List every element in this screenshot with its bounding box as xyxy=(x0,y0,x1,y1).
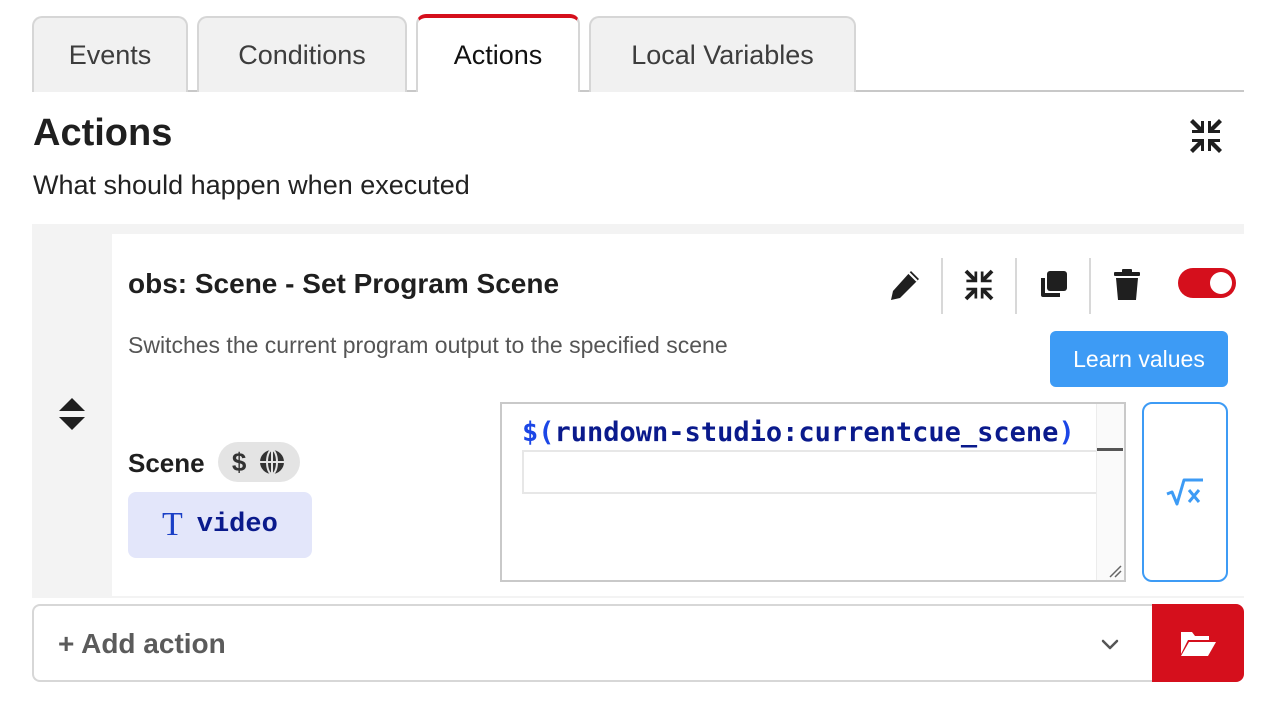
delete-button[interactable] xyxy=(1102,258,1152,312)
chevron-down-icon xyxy=(1101,639,1119,650)
drag-handle-icon[interactable] xyxy=(56,396,88,432)
tab-conditions[interactable]: Conditions xyxy=(197,16,407,92)
expression-body: rundown-studio:currentcue_scene xyxy=(554,417,1059,448)
pencil-icon xyxy=(891,271,919,300)
add-action-select[interactable]: + Add action xyxy=(32,604,1154,682)
toggle-knob xyxy=(1210,272,1232,294)
dollar-icon: $ xyxy=(231,446,247,477)
action-body: obs: Scene - Set Program Scene Switches … xyxy=(112,234,1244,596)
scrollbar-thumb[interactable] xyxy=(1097,448,1123,451)
value-type-label: video xyxy=(196,510,278,540)
enable-toggle[interactable] xyxy=(1178,268,1236,298)
toolbar-divider xyxy=(941,258,943,314)
action-title: obs: Scene - Set Program Scene xyxy=(128,268,560,299)
folder-open-icon xyxy=(1181,632,1216,656)
sqrt-x-icon xyxy=(1166,478,1203,506)
tab-actions-label: Actions xyxy=(453,39,543,70)
duplicate-button[interactable] xyxy=(1028,258,1078,312)
expression-prefix: $( xyxy=(522,417,555,448)
action-description: Switches the current program output to t… xyxy=(128,332,728,358)
tab-conditions-label: Conditions xyxy=(238,39,366,70)
value-type-chip[interactable]: T video xyxy=(128,492,312,558)
tab-local-variables[interactable]: Local Variables xyxy=(589,16,856,92)
globe-icon xyxy=(260,449,285,475)
active-line-highlight xyxy=(522,450,1120,494)
tab-actions[interactable]: Actions xyxy=(416,14,580,92)
add-action-label: + Add action xyxy=(58,628,226,659)
tab-local-variables-label: Local Variables xyxy=(631,39,814,70)
resize-grip-icon[interactable] xyxy=(1106,562,1122,578)
toolbar-divider xyxy=(1089,258,1091,314)
expression-suffix: ) xyxy=(1058,417,1075,448)
text-type-icon: T xyxy=(162,506,183,543)
expression-toggle-button[interactable] xyxy=(1142,402,1228,582)
edit-button[interactable] xyxy=(880,258,930,312)
learn-values-button[interactable]: Learn values xyxy=(1050,331,1228,387)
import-button[interactable] xyxy=(1152,604,1244,682)
collapse-icon xyxy=(964,269,994,301)
tab-events-label: Events xyxy=(68,39,152,70)
page-title: Actions xyxy=(33,112,173,154)
toolbar-divider xyxy=(1015,258,1017,314)
collapse-icon[interactable] xyxy=(1186,116,1226,156)
expression-input[interactable]: $(rundown-studio:currentcue_scene) xyxy=(500,402,1126,582)
variable-support-badge: $ xyxy=(218,442,300,482)
tab-events[interactable]: Events xyxy=(32,16,188,92)
field-label-scene: Scene xyxy=(128,448,205,478)
action-card: obs: Scene - Set Program Scene Switches … xyxy=(32,224,1244,598)
collapse-button[interactable] xyxy=(954,258,1004,312)
page-subtitle: What should happen when executed xyxy=(33,170,470,200)
tab-bar: Events Conditions Actions Local Variable… xyxy=(32,14,1244,92)
duplicate-icon xyxy=(1041,271,1067,297)
expression-scrollbar[interactable] xyxy=(1096,404,1124,580)
trash-icon xyxy=(1114,269,1140,300)
expression-text: $(rundown-studio:currentcue_scene) xyxy=(522,410,1094,456)
